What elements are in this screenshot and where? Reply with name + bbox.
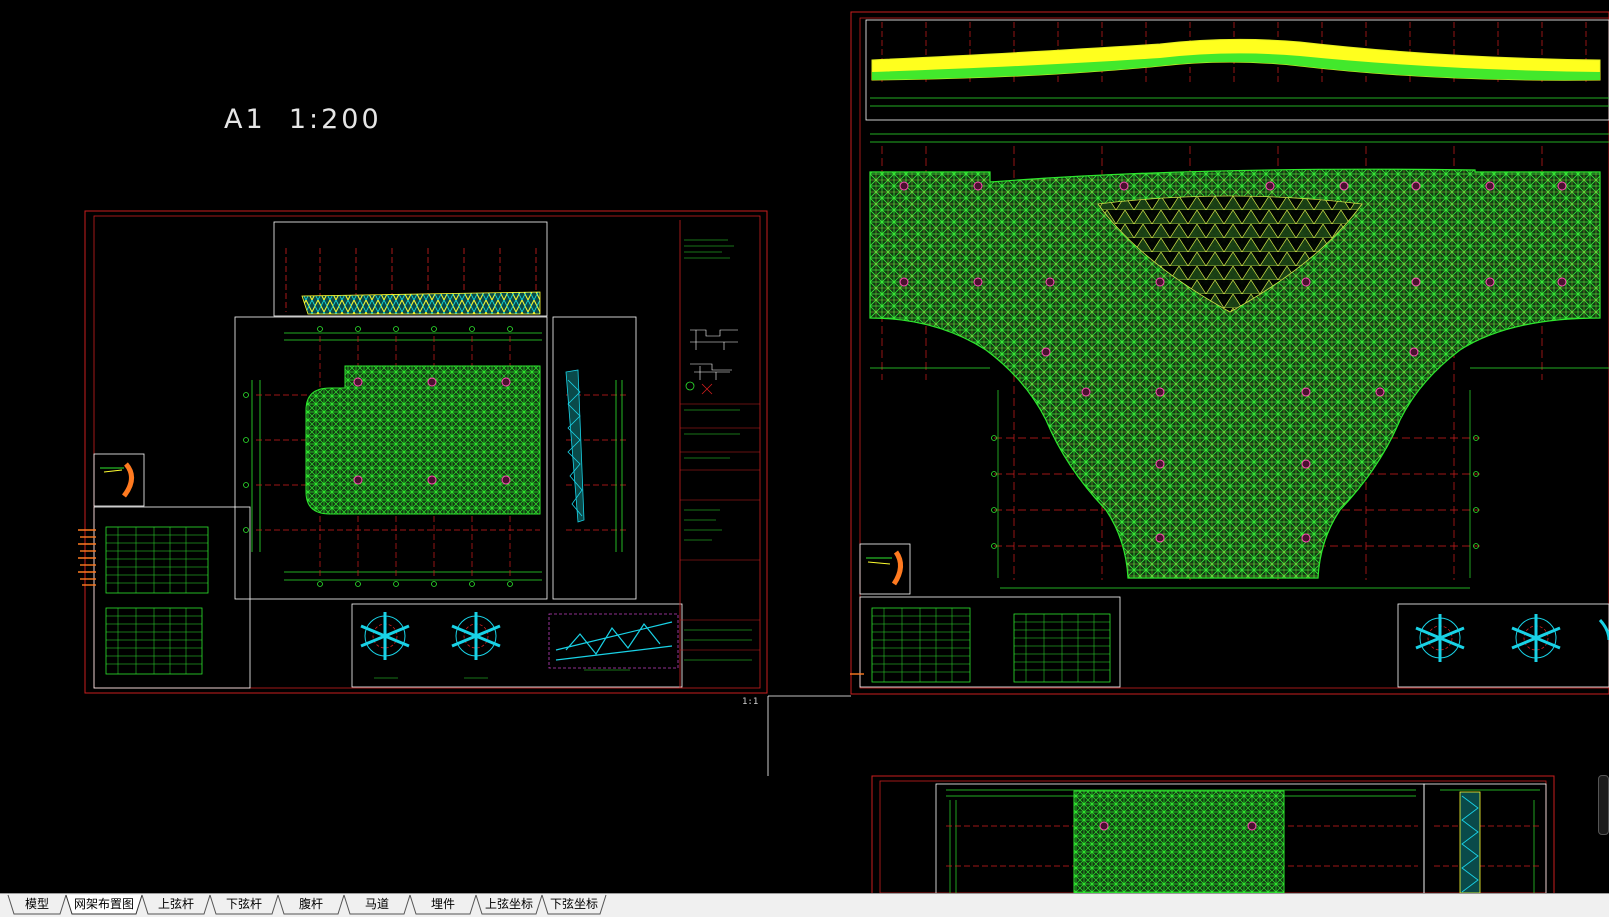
tab-catwalk[interactable]: 马道 (343, 894, 411, 915)
sheet-left (78, 210, 768, 694)
tab-label: 下弦杆 (225, 897, 262, 911)
tab-label: 模型 (24, 897, 49, 911)
tab-top-chord-coords[interactable]: 上弦坐标 (475, 894, 543, 915)
viewport-ratio-label: 1:1 (742, 697, 759, 707)
tab-label: 马道 (364, 897, 389, 911)
tab-label: 埋件 (430, 897, 455, 911)
tab-bottom-chord-coords[interactable]: 下弦坐标 (541, 894, 607, 915)
tab-label: 腹杆 (298, 897, 323, 911)
section-view (552, 316, 637, 600)
node-details-right (1397, 603, 1609, 688)
sheet-bottom (767, 695, 1555, 893)
drawing-scale-label: A1 1:200 (224, 104, 382, 135)
roof-elevation-right (870, 22, 1609, 143)
tab-label: 网架布置图 (73, 897, 134, 911)
tab-label: 上弦杆 (157, 897, 194, 911)
layout-tab-bar: 模型 网架布置图 上弦杆 下弦杆 腹杆 马道 埋件 上弦坐标 下弦坐标 (0, 893, 1609, 917)
node-details-left (351, 603, 683, 688)
tab-top-chord[interactable]: 上弦杆 (141, 894, 211, 915)
tab-bottom-chord[interactable]: 下弦杆 (209, 894, 279, 915)
member-tables-left (78, 506, 251, 689)
tab-label: 上弦坐标 (484, 897, 533, 911)
tab-grid-layout[interactable]: 网架布置图 (65, 894, 143, 915)
tab-web-member[interactable]: 腹杆 (277, 894, 345, 915)
tab-embedded-parts[interactable]: 埋件 (409, 894, 477, 915)
key-plan-left (93, 453, 145, 507)
main-roof-plan (869, 146, 1609, 589)
title-block-left (679, 220, 760, 688)
tab-model[interactable]: 模型 (7, 894, 67, 915)
scrollbar-thumb-icon[interactable] (1598, 775, 1609, 835)
tab-label: 下弦坐标 (549, 897, 598, 911)
side-elevation-view (273, 221, 548, 317)
key-plan-right (859, 543, 911, 595)
roof-plan-view (234, 316, 548, 600)
member-tables-right (850, 596, 1121, 688)
sheet-right (850, 11, 1609, 695)
